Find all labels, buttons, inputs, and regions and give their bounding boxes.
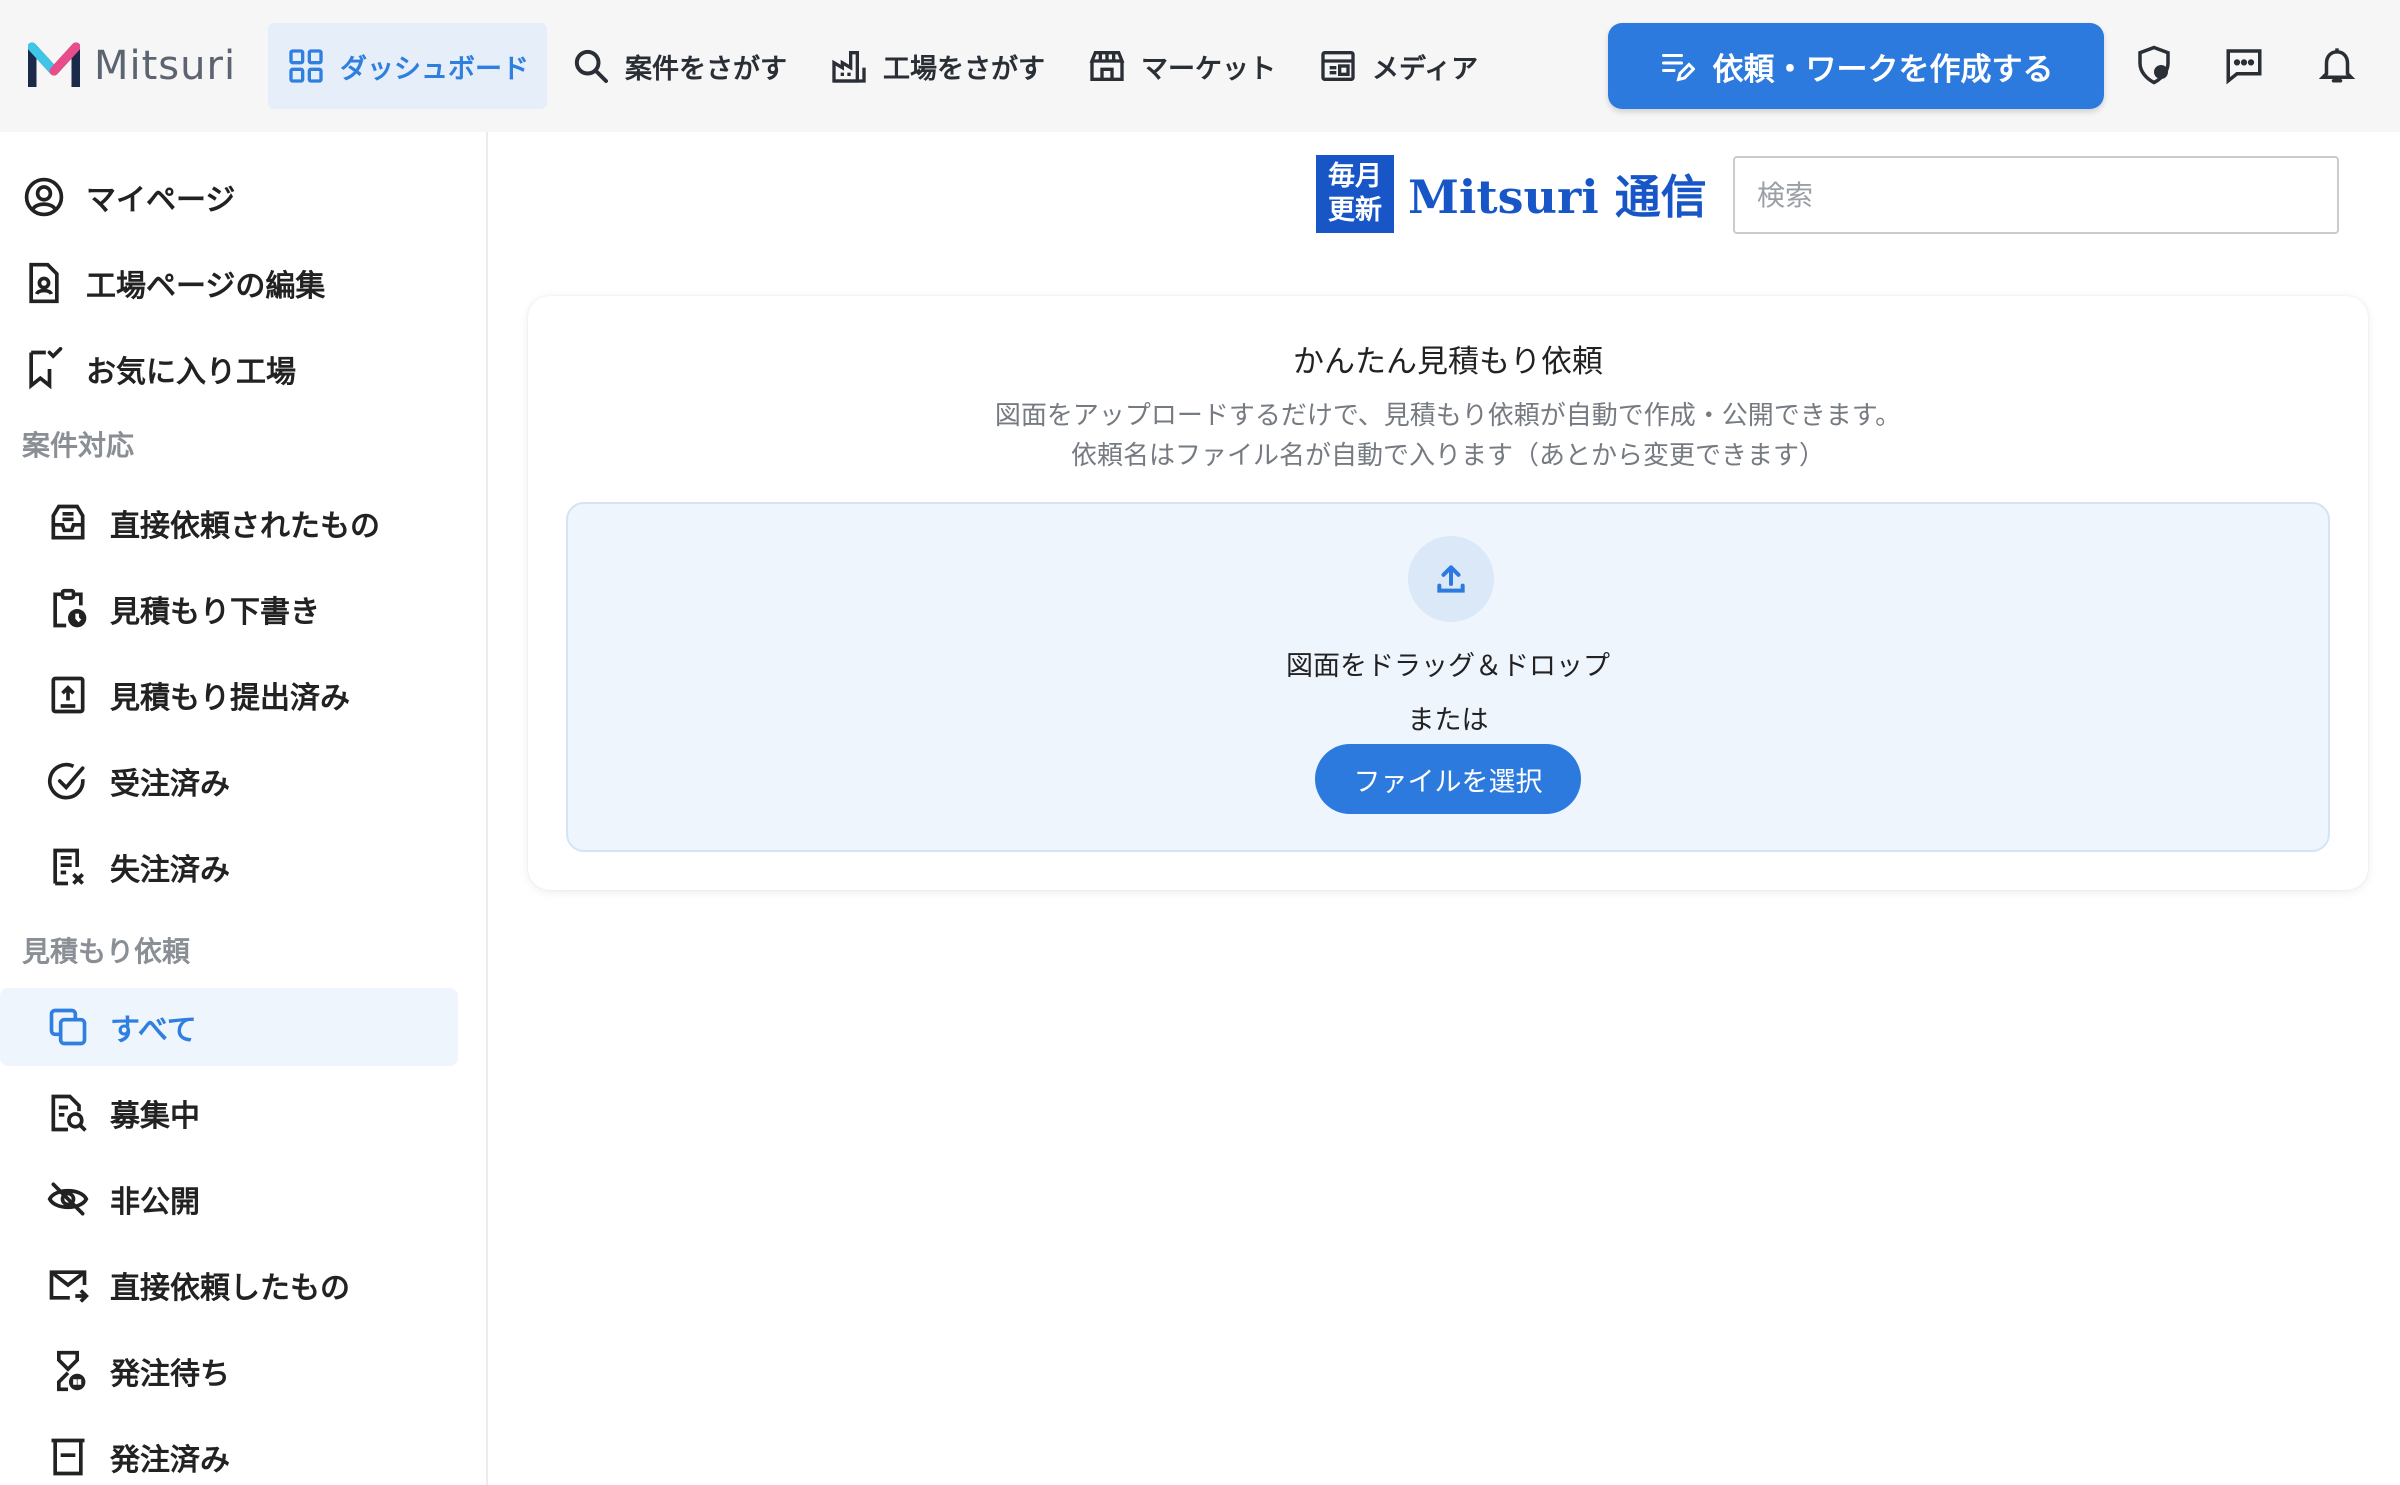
sidebar-item-label: 失注済み xyxy=(110,853,230,888)
section-title-quote-requests: 見積もり依頼 xyxy=(22,935,191,968)
inbox-icon xyxy=(51,504,85,540)
mitsuri-logo[interactable]: Mitsuri xyxy=(28,38,236,94)
nav-find-factories-label: 工場をさがす xyxy=(883,53,1045,85)
nav-dashboard-label: ダッシュボード xyxy=(340,53,529,85)
upload-icon-badge xyxy=(1408,536,1494,622)
sidebar-item-awaiting-order[interactable]: 発注待ち xyxy=(0,1332,458,1410)
newspaper-icon xyxy=(1321,51,1355,81)
banner-title: Mitsuri 通信 xyxy=(1408,170,1707,224)
upload-box-icon xyxy=(51,676,85,714)
shield-icon[interactable] xyxy=(2133,44,2175,86)
sidebar-item-mypage[interactable]: マイページ xyxy=(0,158,458,236)
dropzone-or: または xyxy=(1407,705,1489,736)
grid-icon xyxy=(289,49,323,83)
sidebar-item-label: マイページ xyxy=(86,183,236,218)
card-description: 図面をアップロードするだけで、見積もり依頼が自動で作成・公開できます。 依頼名は… xyxy=(528,396,2368,476)
edit-list-icon xyxy=(1661,54,1695,82)
upload-icon xyxy=(1437,565,1465,593)
sidebar-item-ordered[interactable]: 発注済み xyxy=(0,1418,458,1485)
sidebar-item-label: 受注済み xyxy=(110,767,230,802)
hourglass-icon xyxy=(57,1350,86,1392)
mitsuri-logo-mark-icon xyxy=(28,42,80,87)
receipt-x-icon xyxy=(53,848,84,886)
create-request-button[interactable]: 依頼・ワークを作成する xyxy=(1608,23,2104,109)
file-dropzone[interactable]: 図面をドラッグ＆ドロップ または ファイルを選択 xyxy=(566,502,2330,852)
sidebar-item-quote-drafts[interactable]: 見積もり下書き xyxy=(0,570,458,648)
nav-media-label: メディア xyxy=(1372,53,1479,85)
clipboard-clock-icon xyxy=(53,588,87,628)
store-icon xyxy=(1089,51,1125,81)
sidebar-item-label: すべて xyxy=(110,1013,197,1048)
eye-off-icon xyxy=(47,1182,89,1216)
sidebar-item-quotes-submitted[interactable]: 見積もり提出済み xyxy=(0,656,458,734)
nav-find-factories[interactable]: 工場をさがす xyxy=(811,23,1063,109)
sidebar-item-all[interactable]: すべて xyxy=(0,988,458,1066)
sidebar-item-label: 発注済み xyxy=(110,1443,230,1478)
sidebar-item-label: 直接依頼されたもの xyxy=(110,509,380,544)
bell-icon[interactable] xyxy=(2316,44,2358,86)
nav-find-projects[interactable]: 案件をさがす xyxy=(553,23,805,109)
document-person-icon xyxy=(29,262,59,304)
check-circle-icon xyxy=(47,762,85,800)
sidebar-item-label: 直接依頼したもの xyxy=(110,1271,350,1306)
sidebar-item-label: 見積もり下書き xyxy=(110,595,320,630)
sidebar-item-label: 工場ページの編集 xyxy=(86,269,326,304)
mitsuri-news-banner[interactable]: 毎月 更新 Mitsuri 通信 xyxy=(1316,154,1707,234)
monthly-update-badge: 毎月 更新 xyxy=(1316,155,1394,233)
dropzone-instruction: 図面をドラッグ＆ドロップ xyxy=(1286,651,1610,682)
badge-line-1: 毎月 xyxy=(1328,161,1382,192)
bookmark-icon xyxy=(29,347,63,390)
sidebar-item-label: 見積もり提出済み xyxy=(110,681,350,716)
sidebar-item-orders-received[interactable]: 受注済み xyxy=(0,742,458,820)
user-circle-icon xyxy=(24,177,64,217)
sidebar: マイページ 工場ページの編集 お気に入り工場 案件対応 直接依頼されたもの 見積… xyxy=(0,132,488,1485)
card-description-line-2: 依頼名はファイル名が自動で入ります（あとから変更できます） xyxy=(1070,441,1825,471)
main-nav: ダッシュボード 案件をさがす 工場をさがす マーケット メディア xyxy=(268,23,1502,109)
mail-send-icon xyxy=(49,1270,89,1303)
nav-dashboard[interactable]: ダッシュボード xyxy=(268,23,547,109)
nav-media[interactable]: メディア xyxy=(1300,23,1496,109)
factory-icon xyxy=(832,51,866,83)
select-file-button[interactable]: ファイルを選択 xyxy=(1315,744,1581,814)
nav-market[interactable]: マーケット xyxy=(1069,23,1294,109)
section-title-project-handling: 案件対応 xyxy=(22,429,135,462)
tray-icon xyxy=(51,1438,85,1476)
brand-name: Mitsuri xyxy=(94,43,237,89)
badge-line-2: 更新 xyxy=(1328,195,1382,226)
create-request-label: 依頼・ワークを作成する xyxy=(1712,51,2054,88)
sidebar-item-label: お気に入り工場 xyxy=(86,355,296,390)
sidebar-item-private[interactable]: 非公開 xyxy=(0,1160,458,1238)
sidebar-item-label: 非公開 xyxy=(110,1185,200,1220)
sidebar-item-edit-factory-page[interactable]: 工場ページの編集 xyxy=(0,244,458,322)
sidebar-item-recruiting[interactable]: 募集中 xyxy=(0,1074,458,1152)
sidebar-item-label: 募集中 xyxy=(110,1099,200,1134)
card-description-line-1: 図面をアップロードするだけで、見積もり依頼が自動で作成・公開できます。 xyxy=(994,401,1902,431)
nav-find-projects-label: 案件をさがす xyxy=(625,53,787,85)
copy-icon xyxy=(49,1008,87,1046)
search-icon xyxy=(574,49,608,83)
sidebar-item-favorite-factories[interactable]: お気に入り工場 xyxy=(0,330,458,408)
sidebar-item-orders-lost[interactable]: 失注済み xyxy=(0,828,458,906)
card-title: かんたん見積もり依頼 xyxy=(1293,344,1603,380)
sidebar-item-direct-requests-received[interactable]: 直接依頼されたもの xyxy=(0,484,458,562)
nav-market-label: マーケット xyxy=(1141,53,1276,85)
sidebar-item-label: 発注待ち xyxy=(110,1357,230,1392)
document-search-icon xyxy=(51,1094,87,1132)
chat-icon[interactable] xyxy=(2223,44,2265,86)
sidebar-item-direct-requests-sent[interactable]: 直接依頼したもの xyxy=(0,1246,458,1324)
search-input[interactable] xyxy=(1733,156,2339,234)
top-navigation-bar: Mitsuri ダッシュボード 案件をさがす 工場をさがす マーケット メディア… xyxy=(0,0,2400,132)
quick-quote-card: かんたん見積もり依頼 図面をアップロードするだけで、見積もり依頼が自動で作成・公… xyxy=(528,296,2368,890)
